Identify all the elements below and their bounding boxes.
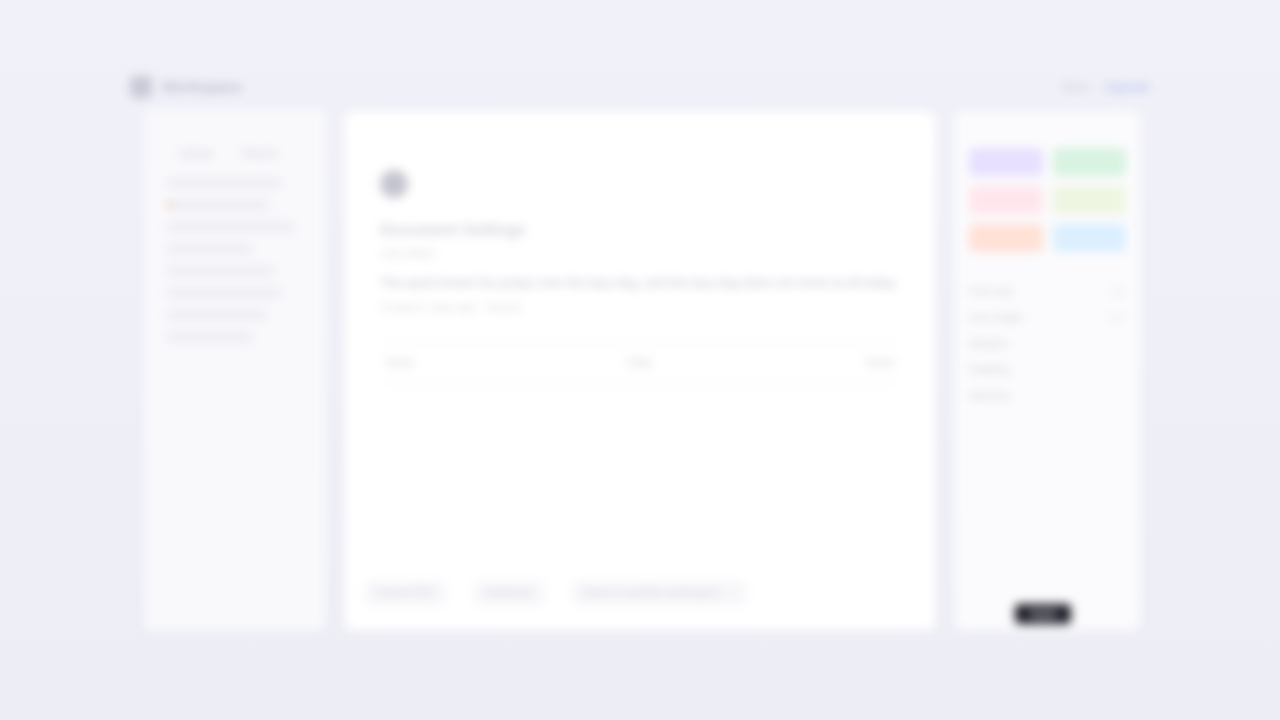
header-link-docs[interactable]: Docs — [1063, 80, 1090, 94]
swatch-mint[interactable] — [1052, 148, 1126, 176]
list-item[interactable] — [167, 266, 274, 276]
page-subtitle: Last edited — [380, 248, 434, 260]
right-sidebar: Font size 12 Line height 1.4 Margins Pad… — [955, 112, 1140, 630]
export-pdf-button[interactable]: Export PDF — [365, 581, 446, 605]
option-label: Font size — [969, 286, 1014, 298]
option-value: 1.4 — [1108, 312, 1124, 324]
stat-views[interactable]: Views — [385, 357, 414, 369]
header-link-upgrade[interactable]: Upgrade — [1104, 80, 1150, 94]
swatch-lavender[interactable] — [969, 148, 1043, 176]
left-sidebar: Library Recent — [145, 110, 325, 630]
avatar — [380, 170, 408, 198]
option-value: 12 — [1111, 286, 1124, 298]
document-card: Document Settings Last edited The quick … — [380, 170, 900, 314]
option-row[interactable]: Line height 1.4 — [969, 312, 1124, 324]
option-label: Spacing — [969, 390, 1009, 402]
tab-library[interactable]: Library — [179, 148, 213, 160]
stat-share[interactable]: Share — [866, 357, 895, 369]
brand-name: Workspace — [162, 78, 242, 96]
list-item[interactable] — [167, 200, 270, 210]
tab-recent[interactable]: Recent — [243, 148, 278, 160]
option-label: Line height — [969, 312, 1023, 324]
option-label: Padding — [969, 364, 1010, 376]
app-header: Workspace Docs Upgrade — [130, 70, 1150, 104]
list-item[interactable] — [167, 244, 253, 254]
blurred-content: Workspace Docs Upgrade Library Recent Do… — [0, 0, 1280, 720]
swatch-sky[interactable] — [1052, 224, 1126, 252]
list-item[interactable] — [167, 288, 281, 298]
main-content: Document Settings Last edited The quick … — [345, 112, 935, 630]
color-swatches — [955, 112, 1140, 252]
brand[interactable]: Workspace — [130, 76, 242, 98]
list-item[interactable] — [167, 332, 253, 342]
meta-line: Created 2 days ago · Shared — [380, 302, 522, 314]
apply-button[interactable]: Apply — [1015, 604, 1071, 624]
logo-icon — [130, 76, 152, 98]
app-window: Workspace Docs Upgrade Library Recent Do… — [0, 0, 1280, 720]
stat-edits[interactable]: Edits — [628, 357, 652, 369]
list-item[interactable] — [167, 222, 295, 232]
option-row[interactable]: Padding — [969, 364, 1124, 376]
style-options: Font size 12 Line height 1.4 Margins Pad… — [969, 286, 1124, 402]
body-text: The quick brown fox jumps over the lazy … — [380, 275, 898, 290]
sidebar-tabs: Library Recent — [145, 110, 325, 160]
move-button[interactable]: Move to another workspace — [571, 581, 746, 605]
stats-row: Views Edits Share — [385, 342, 895, 384]
option-label: Margins — [969, 338, 1009, 350]
option-row[interactable]: Margins — [969, 338, 1124, 350]
swatch-peach[interactable] — [969, 224, 1043, 252]
sidebar-list — [167, 178, 309, 342]
header-actions: Docs Upgrade — [1063, 80, 1150, 94]
option-row[interactable]: Spacing — [969, 390, 1124, 402]
duplicate-button[interactable]: Duplicate — [473, 581, 544, 605]
page-title: Document Settings — [380, 222, 526, 239]
list-item[interactable] — [167, 178, 281, 188]
footer-actions: Export PDF Duplicate Move to another wor… — [365, 578, 915, 608]
option-row[interactable]: Font size 12 — [969, 286, 1124, 298]
swatch-sage[interactable] — [1052, 186, 1126, 214]
swatch-rose[interactable] — [969, 186, 1043, 214]
list-item[interactable] — [167, 310, 267, 320]
